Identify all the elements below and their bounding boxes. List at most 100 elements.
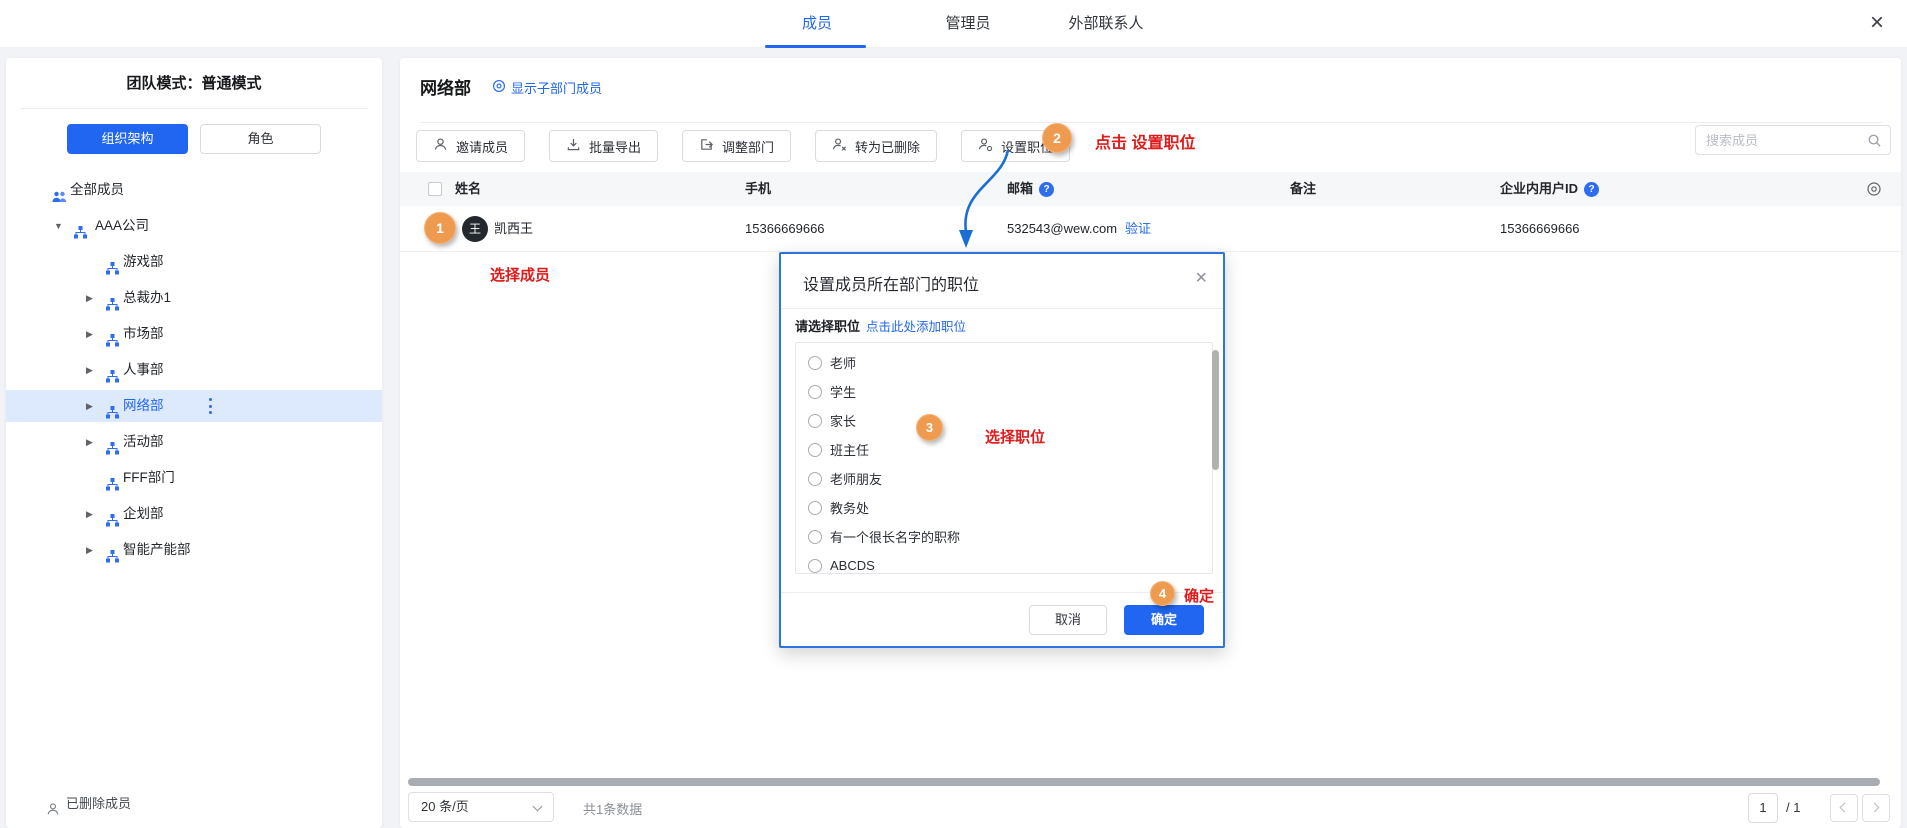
position-option[interactable]: ABCDS — [796, 551, 1212, 574]
batch-export-button[interactable]: 批量导出 — [549, 130, 658, 162]
table-header: 姓名 手机 邮箱? 备注 企业内用户ID? — [400, 172, 1901, 206]
caret-right-icon[interactable]: ▶ — [86, 426, 93, 458]
more-menu-icon[interactable] — [205, 398, 215, 414]
caret-right-icon[interactable]: ▶ — [86, 318, 93, 350]
email-text: 532543@wew.com — [1007, 221, 1117, 236]
cell-phone: 15366669666 — [745, 206, 825, 252]
button-label: 转为已删除 — [855, 137, 920, 156]
sidebar-item-all-members[interactable]: 全部成员 — [6, 174, 382, 206]
sidebar-item-network-dept-selected[interactable]: ▶ 网络部 — [6, 390, 382, 422]
help-icon[interactable]: ? — [1584, 182, 1599, 197]
close-icon[interactable]: × — [1863, 10, 1891, 38]
person-icon — [433, 137, 448, 155]
annotation-step-4-label: 确定 — [1184, 585, 1214, 606]
tree-item-label: 总裁办1 — [123, 282, 171, 314]
invite-member-button[interactable]: 邀请成员 — [416, 130, 525, 162]
caret-right-icon[interactable]: ▶ — [86, 390, 93, 422]
total-count: 共1条数据 — [583, 799, 642, 818]
tab-members[interactable]: 成员 — [802, 0, 832, 48]
caret-down-icon[interactable]: ▼ — [54, 210, 63, 242]
annotation-step-2-badge: 2 — [1042, 123, 1072, 153]
col-phone: 手机 — [745, 172, 771, 206]
add-position-link[interactable]: 点击此处添加职位 — [866, 316, 966, 335]
radio-icon[interactable] — [808, 356, 822, 370]
select-all-checkbox[interactable] — [428, 182, 442, 196]
sidebar-item-dept[interactable]: ▶ 市场部 — [6, 318, 382, 350]
deleted-members-label: 已删除成员 — [66, 789, 131, 819]
table-row[interactable]: 王 凯西王 15366669666 532543@wew.com验证 15366… — [400, 206, 1901, 252]
position-option[interactable]: 教务处 — [796, 493, 1212, 522]
avatar: 王 — [462, 216, 488, 242]
col-name: 姓名 — [455, 172, 481, 206]
column-settings-gear-icon[interactable] — [1866, 181, 1882, 200]
adjust-department-button[interactable]: 调整部门 — [682, 130, 791, 162]
caret-right-icon[interactable]: ▶ — [86, 534, 93, 566]
verify-link[interactable]: 验证 — [1125, 221, 1151, 236]
sidebar-item-dept[interactable]: ▶ 总裁办1 — [6, 282, 382, 314]
screen: 成员 管理员 外部联系人 × 团队模式：普通模式 组织架构 角色 全部成员 ▼ … — [0, 0, 1907, 828]
col-remark: 备注 — [1290, 172, 1316, 206]
col-user-id: 企业内用户ID? — [1500, 172, 1599, 206]
position-option[interactable]: 有一个很长名字的职称 — [796, 522, 1212, 551]
annotation-step-4-badge: 4 — [1150, 581, 1175, 606]
cancel-button[interactable]: 取消 — [1029, 605, 1107, 635]
caret-right-icon[interactable]: ▶ — [86, 498, 93, 530]
help-icon[interactable]: ? — [1039, 182, 1054, 197]
search-icon[interactable] — [1867, 133, 1882, 153]
sidebar-item-dept[interactable]: ▶ 企划部 — [6, 498, 382, 530]
radio-icon[interactable] — [808, 443, 822, 457]
download-icon — [566, 137, 581, 155]
next-page-button[interactable] — [1862, 794, 1890, 822]
radio-icon[interactable] — [808, 530, 822, 544]
modal-close-icon[interactable]: × — [1195, 267, 1207, 290]
page-size-value: 20 条/页 — [421, 799, 469, 814]
cell-name: 凯西王 — [494, 206, 533, 252]
cell-email: 532543@wew.com 验证 — [1007, 206, 1151, 252]
radio-icon[interactable] — [808, 472, 822, 486]
button-label: 批量导出 — [589, 137, 641, 156]
radio-icon[interactable] — [808, 559, 822, 573]
tab-admins[interactable]: 管理员 — [945, 0, 990, 48]
sidebar-item-dept[interactable]: ▶ 人事部 — [6, 354, 382, 386]
tree-item-label: 网络部 — [123, 390, 164, 422]
horizontal-scrollbar[interactable] — [408, 778, 1880, 786]
tree-item-label: 人事部 — [123, 354, 164, 386]
position-option[interactable]: 老师朋友 — [796, 464, 1212, 493]
search-input[interactable] — [1706, 126, 1862, 154]
modal-title: 设置成员所在部门的职位 — [803, 271, 979, 295]
radio-icon[interactable] — [808, 414, 822, 428]
caret-right-icon[interactable]: ▶ — [86, 282, 93, 314]
divider — [20, 108, 368, 109]
move-to-deleted-button[interactable]: 转为已删除 — [815, 130, 937, 162]
tree-item-label: 活动部 — [123, 426, 164, 458]
sidebar-item-dept[interactable]: 游戏部 — [6, 246, 382, 278]
position-option[interactable]: 学生 — [796, 377, 1212, 406]
annotation-step-3-badge: 3 — [916, 414, 943, 441]
radio-icon[interactable] — [808, 501, 822, 515]
tree-item-label: 市场部 — [123, 318, 164, 350]
show-subdepartment-link[interactable]: 显示子部门成员 — [492, 78, 602, 97]
radio-icon[interactable] — [808, 385, 822, 399]
col-email: 邮箱? — [1007, 172, 1054, 206]
org-structure-button[interactable]: 组织架构 — [67, 124, 188, 154]
button-label: 邀请成员 — [456, 137, 508, 156]
annotation-step-3-label: 选择职位 — [985, 426, 1045, 447]
modal-list-scrollbar[interactable] — [1212, 350, 1219, 470]
sidebar-item-dept[interactable]: ▶ 智能产能部 — [6, 534, 382, 566]
sidebar-item-dept[interactable]: ▶ 活动部 — [6, 426, 382, 458]
tab-external-contacts[interactable]: 外部联系人 — [1068, 0, 1143, 48]
page-number-input[interactable]: 1 — [1748, 793, 1778, 823]
sidebar-item-deleted-members[interactable]: 已删除成员 — [6, 789, 382, 819]
prev-page-button[interactable] — [1830, 794, 1858, 822]
caret-right-icon[interactable]: ▶ — [86, 354, 93, 386]
move-box-icon — [699, 137, 714, 155]
tree-item-label: 智能产能部 — [123, 534, 191, 566]
position-option[interactable]: 老师 — [796, 348, 1212, 377]
page-size-select[interactable]: 20 条/页 — [408, 792, 554, 822]
tree-item-label: 游戏部 — [123, 246, 164, 278]
sidebar-item-dept[interactable]: FFF部门 — [6, 462, 382, 494]
sidebar-item-company[interactable]: ▼ AAA公司 — [6, 210, 382, 242]
roles-button[interactable]: 角色 — [200, 124, 321, 154]
person-gear-icon — [978, 137, 993, 155]
confirm-button[interactable]: 确定 — [1124, 605, 1204, 635]
